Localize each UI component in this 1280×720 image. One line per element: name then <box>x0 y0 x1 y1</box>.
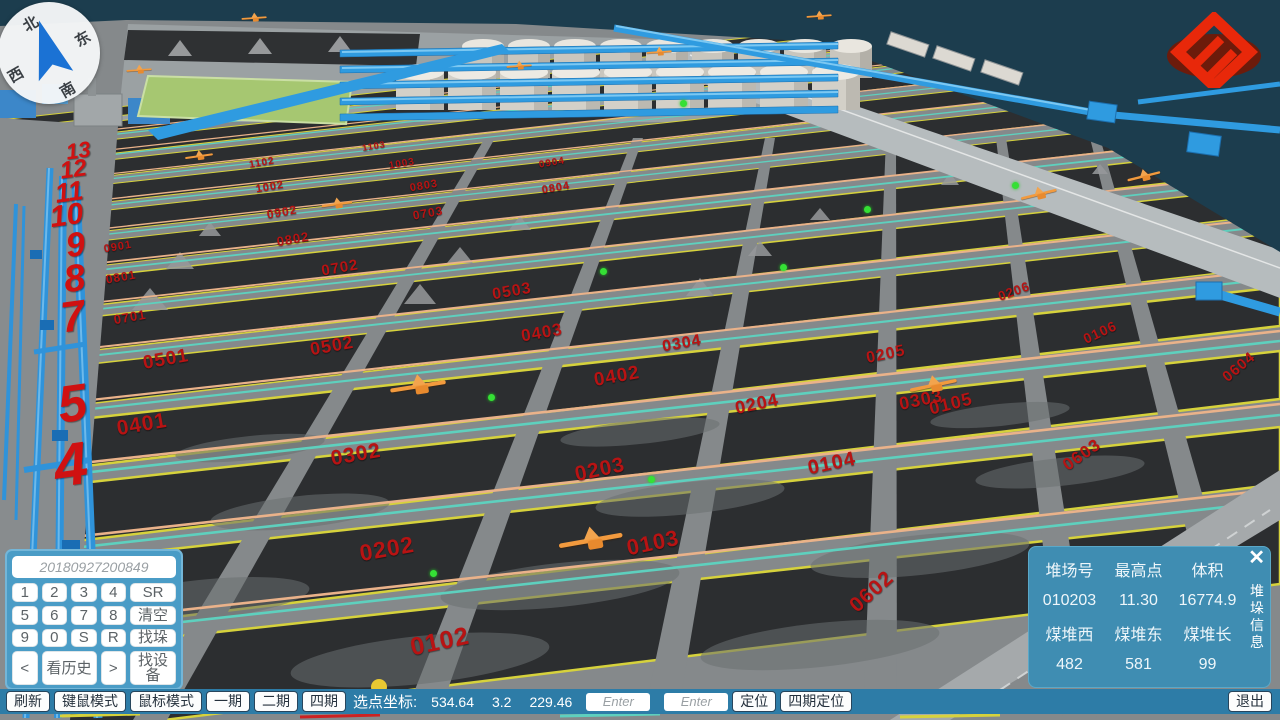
key-0[interactable]: 0 <box>42 629 68 648</box>
key-5[interactable]: 5 <box>12 606 38 625</box>
app-window: 1312111098754090108010701110210020902080… <box>0 0 1280 720</box>
phase2-button[interactable]: 二期 <box>254 691 298 712</box>
highest-point-value: 11.30 <box>1104 592 1173 610</box>
company-logo <box>1162 12 1266 88</box>
key-1[interactable]: 1 <box>12 583 38 602</box>
phase1-button[interactable]: 一期 <box>206 691 250 712</box>
keyboard-mouse-mode-button[interactable]: 键鼠模式 <box>54 691 126 712</box>
company-logo-icon <box>1162 12 1266 88</box>
keypad-grid: 1 2 3 4 SR 5 6 7 8 清空 9 0 S R 找垛 < 看历史 >… <box>12 583 176 685</box>
key-9[interactable]: 9 <box>12 629 38 648</box>
prev-button[interactable]: < <box>12 651 38 685</box>
coord-x-value: 534.64 <box>431 694 474 710</box>
mouse-mode-button[interactable]: 鼠标模式 <box>130 691 202 712</box>
close-icon[interactable]: ✕ <box>1246 547 1267 569</box>
key-sr[interactable]: SR <box>130 583 176 602</box>
top-pile-band <box>124 30 420 66</box>
yard-no-value: 010203 <box>1035 592 1104 610</box>
clear-button[interactable]: 清空 <box>130 606 176 625</box>
key-3[interactable]: 3 <box>71 583 97 602</box>
pile-west-header: 煤堆西 <box>1035 621 1104 645</box>
key-2[interactable]: 2 <box>42 583 68 602</box>
keypad-panel: 1 2 3 4 SR 5 6 7 8 清空 9 0 S R 找垛 < 看历史 >… <box>5 549 183 690</box>
coord-z-value: 229.46 <box>529 694 572 710</box>
yard-no-header: 堆场号 <box>1035 557 1104 581</box>
timestamp-input[interactable] <box>12 556 176 578</box>
key-r[interactable]: R <box>101 629 127 648</box>
key-4[interactable]: 4 <box>101 583 127 602</box>
locate-button[interactable]: 定位 <box>732 691 776 712</box>
exit-button[interactable]: 退出 <box>1228 691 1272 712</box>
bottom-toolbar: 刷新 键鼠模式 鼠标模式 一期 二期 四期 选点坐标: 534.64 3.2 2… <box>0 689 1280 714</box>
find-device-button[interactable]: 找设备 <box>130 651 176 685</box>
enter-input-1[interactable] <box>586 693 650 711</box>
panel-side-title: 堆垛信息 <box>1248 583 1266 651</box>
next-button[interactable]: > <box>101 651 127 685</box>
volume-header: 体积 <box>1173 557 1242 581</box>
phase4-locate-button[interactable]: 四期定位 <box>780 691 852 712</box>
view-history-button[interactable]: 看历史 <box>42 651 97 685</box>
pile-east-value: 581 <box>1104 656 1173 674</box>
key-s[interactable]: S <box>71 629 97 648</box>
key-7[interactable]: 7 <box>71 606 97 625</box>
pile-info-grid: 堆场号 最高点 体积 010203 11.30 16774.9 煤堆西 煤堆东 … <box>1035 553 1242 681</box>
pile-length-value: 99 <box>1173 656 1242 674</box>
pile-length-header: 煤堆长 <box>1173 621 1242 645</box>
key-6[interactable]: 6 <box>42 606 68 625</box>
pile-east-header: 煤堆东 <box>1104 621 1173 645</box>
volume-value: 16774.9 <box>1173 592 1242 610</box>
compass-widget[interactable]: 北 东 南 西 <box>0 2 100 104</box>
highest-point-header: 最高点 <box>1104 557 1173 581</box>
refresh-button[interactable]: 刷新 <box>6 691 50 712</box>
compass-arrow-icon <box>0 2 100 104</box>
key-8[interactable]: 8 <box>101 606 127 625</box>
coord-label: 选点坐标: <box>353 691 417 712</box>
coord-y-value: 3.2 <box>492 694 511 710</box>
pile-west-value: 482 <box>1035 656 1104 674</box>
find-pile-button[interactable]: 找垛 <box>130 629 176 648</box>
enter-input-2[interactable] <box>664 693 728 711</box>
pile-info-panel: ✕ 堆场号 最高点 体积 010203 11.30 16774.9 煤堆西 煤堆… <box>1028 546 1271 688</box>
phase4-button[interactable]: 四期 <box>302 691 346 712</box>
